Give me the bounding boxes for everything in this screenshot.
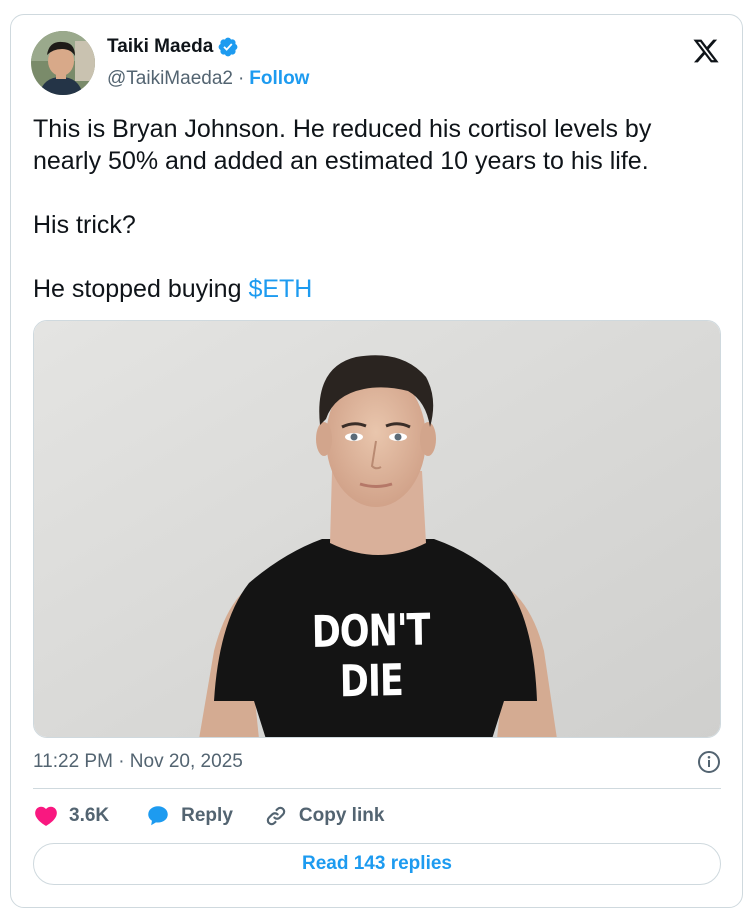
read-replies-label: Read 143 replies	[302, 853, 452, 874]
action-bar: 3.6K Reply Copy link	[33, 801, 384, 831]
tweet-text: This is Bryan Johnson. He reduced his co…	[33, 113, 723, 305]
author-handle[interactable]: @TaikiMaeda2	[107, 68, 233, 90]
tweet-paragraph-1: This is Bryan Johnson. He reduced his co…	[33, 115, 652, 175]
read-replies-button[interactable]: Read 143 replies	[33, 843, 721, 885]
embedded-tweet-card: Taiki Maeda @TaikiMaeda2 · Follow This i…	[10, 14, 743, 908]
handle-row: @TaikiMaeda2 · Follow	[107, 68, 309, 90]
reply-button[interactable]: Reply	[145, 803, 233, 829]
name-row: Taiki Maeda	[107, 36, 239, 58]
tweet-media-image[interactable]: DON'T DIE	[33, 320, 721, 738]
info-icon[interactable]	[697, 750, 721, 774]
like-count: 3.6K	[69, 805, 110, 826]
tweet-paragraph-3: He stopped buying $ETH	[33, 273, 723, 305]
follow-button[interactable]: Follow	[249, 68, 309, 90]
verified-badge-icon	[217, 36, 239, 58]
reply-label: Reply	[181, 805, 233, 826]
copy-link-label: Copy link	[298, 805, 385, 826]
reply-bubble-icon	[148, 806, 168, 826]
link-icon	[266, 806, 286, 826]
tweet-header: Taiki Maeda @TaikiMaeda2 · Follow	[31, 31, 721, 97]
copy-link-button[interactable]: Copy link	[263, 803, 385, 829]
divider	[33, 788, 721, 789]
timestamp-row: 11:22 PM · Nov 20, 2025	[33, 749, 721, 775]
tweet-timestamp[interactable]: 11:22 PM · Nov 20, 2025	[33, 751, 243, 773]
avatar-photo	[31, 31, 95, 95]
like-button[interactable]: 3.6K	[33, 803, 109, 829]
author-display-name[interactable]: Taiki Maeda	[107, 36, 213, 58]
author-avatar[interactable]	[31, 31, 95, 95]
tweet-paragraph-3-text: He stopped buying	[33, 275, 249, 303]
separator-dot: ·	[237, 68, 245, 89]
tweet-paragraph-2: His trick?	[33, 211, 136, 239]
heart-icon	[35, 806, 57, 826]
shirt-text: DON'T DIE	[311, 605, 430, 708]
x-logo-icon[interactable]	[691, 37, 721, 65]
cashtag-link[interactable]: $ETH	[248, 275, 312, 303]
